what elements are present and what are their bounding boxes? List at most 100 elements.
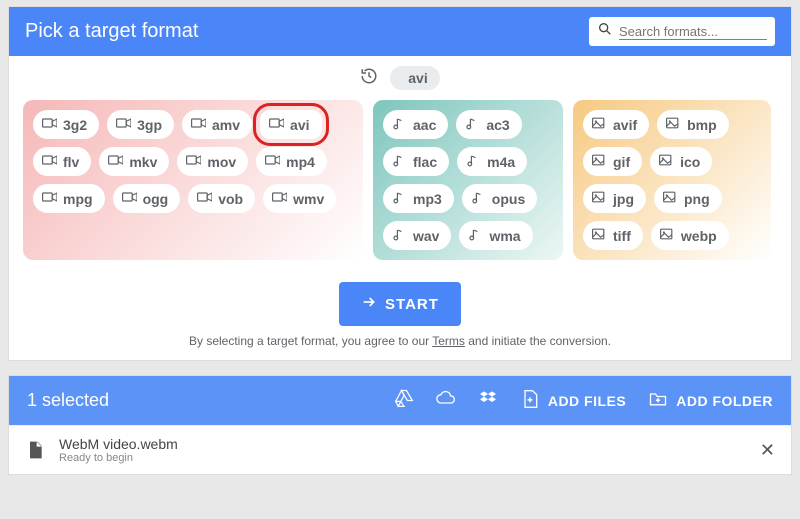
format-label: webp — [681, 228, 717, 244]
format-label: mp4 — [286, 154, 315, 170]
format-webp[interactable]: webp — [651, 221, 729, 250]
video-icon — [185, 152, 201, 171]
format-label: tiff — [613, 228, 631, 244]
files-toolbar: 1 selected ADD FILES ADD FOLDER — [9, 376, 791, 425]
folder-add-icon — [648, 389, 668, 412]
format-ac3[interactable]: ac3 — [456, 110, 521, 139]
terms-link[interactable]: Terms — [432, 334, 465, 348]
music-note-icon — [391, 152, 407, 171]
music-note-icon — [464, 115, 480, 134]
format-3g2[interactable]: 3g2 — [33, 110, 99, 139]
format-mov[interactable]: mov — [177, 147, 248, 176]
dropbox-icon[interactable] — [478, 388, 498, 413]
format-label: mp3 — [413, 191, 442, 207]
selection-count: 1 selected — [27, 390, 109, 411]
format-label: ogg — [143, 191, 169, 207]
format-label: mpg — [63, 191, 93, 207]
add-files-button[interactable]: ADD FILES — [520, 389, 626, 412]
format-ico[interactable]: ico — [650, 147, 712, 176]
remove-file-button[interactable]: ✕ — [760, 440, 775, 461]
video-group: 3g2 3gp amv avi flv mkv mov mp4 mpg ogg vob wmv — [23, 100, 363, 260]
file-name: WebM video.webm — [59, 436, 746, 452]
format-m4a[interactable]: m4a — [457, 147, 527, 176]
file-add-icon — [520, 389, 540, 412]
image-icon — [665, 115, 681, 134]
format-3gp[interactable]: 3gp — [107, 110, 174, 139]
video-icon — [271, 189, 287, 208]
format-bmp[interactable]: bmp — [657, 110, 729, 139]
format-groups: 3g2 3gp amv avi flv mkv mov mp4 mpg ogg vob wmv aac… — [9, 100, 791, 278]
format-label: m4a — [487, 154, 515, 170]
image-icon — [591, 189, 607, 208]
image-icon — [591, 115, 607, 134]
start-button[interactable]: START — [339, 282, 461, 326]
cloud-icon[interactable] — [436, 388, 456, 413]
format-label: flv — [63, 154, 79, 170]
files-panel: 1 selected ADD FILES ADD FOLDER WebM vid… — [8, 375, 792, 475]
music-note-icon — [391, 189, 407, 208]
format-flv[interactable]: flv — [33, 147, 91, 176]
format-jpg[interactable]: jpg — [583, 184, 646, 213]
image-icon — [662, 189, 678, 208]
format-label: wav — [413, 228, 439, 244]
format-label: avif — [613, 117, 637, 133]
format-gif[interactable]: gif — [583, 147, 642, 176]
music-note-icon — [465, 152, 481, 171]
format-label: mov — [207, 154, 236, 170]
format-aac[interactable]: aac — [383, 110, 448, 139]
format-png[interactable]: png — [654, 184, 722, 213]
format-label: gif — [613, 154, 630, 170]
format-wav[interactable]: wav — [383, 221, 451, 250]
format-mp4[interactable]: mp4 — [256, 147, 327, 176]
video-icon — [264, 152, 280, 171]
format-label: ac3 — [486, 117, 509, 133]
recent-format-label: avi — [408, 70, 427, 86]
format-vob[interactable]: vob — [188, 184, 255, 213]
format-label: png — [684, 191, 710, 207]
file-icon — [25, 440, 45, 460]
format-avi[interactable]: avi — [260, 110, 321, 139]
format-label: mkv — [129, 154, 157, 170]
format-amv[interactable]: amv — [182, 110, 252, 139]
add-folder-button[interactable]: ADD FOLDER — [648, 389, 773, 412]
format-tiff[interactable]: tiff — [583, 221, 643, 250]
panel-title: Pick a target format — [25, 20, 198, 43]
format-label: amv — [212, 117, 240, 133]
format-label: wma — [489, 228, 520, 244]
search-input[interactable] — [619, 24, 767, 40]
video-icon — [41, 115, 57, 134]
format-mkv[interactable]: mkv — [99, 147, 169, 176]
format-label: wmv — [293, 191, 324, 207]
video-icon — [196, 189, 212, 208]
disclaimer-text: By selecting a target format, you agree … — [9, 334, 791, 360]
audio-group: aac ac3 flac m4a mp3 opus wav wma — [373, 100, 563, 260]
search-box[interactable] — [589, 17, 775, 46]
search-icon — [597, 21, 619, 42]
format-mpg[interactable]: mpg — [33, 184, 105, 213]
start-label: START — [385, 296, 439, 313]
format-flac[interactable]: flac — [383, 147, 449, 176]
gdrive-icon[interactable] — [394, 388, 414, 413]
image-icon — [591, 152, 607, 171]
image-icon — [658, 152, 674, 171]
video-icon — [41, 152, 57, 171]
image-icon — [591, 226, 607, 245]
format-label: jpg — [613, 191, 634, 207]
format-avif[interactable]: avif — [583, 110, 649, 139]
format-ogg[interactable]: ogg — [113, 184, 181, 213]
video-icon — [115, 115, 131, 134]
format-label: flac — [413, 154, 437, 170]
panel-header: Pick a target format — [9, 7, 791, 56]
music-note-icon — [467, 226, 483, 245]
recent-format-chip[interactable]: avi — [390, 66, 439, 90]
format-label: 3gp — [137, 117, 162, 133]
music-note-icon — [391, 226, 407, 245]
format-wma[interactable]: wma — [459, 221, 532, 250]
format-mp3[interactable]: mp3 — [383, 184, 454, 213]
music-note-icon — [470, 189, 486, 208]
file-row: WebM video.webm Ready to begin ✕ — [9, 425, 791, 474]
format-label: opus — [492, 191, 525, 207]
format-opus[interactable]: opus — [462, 184, 537, 213]
format-wmv[interactable]: wmv — [263, 184, 336, 213]
format-picker-panel: Pick a target format avi 3g2 3gp amv avi flv… — [8, 6, 792, 361]
